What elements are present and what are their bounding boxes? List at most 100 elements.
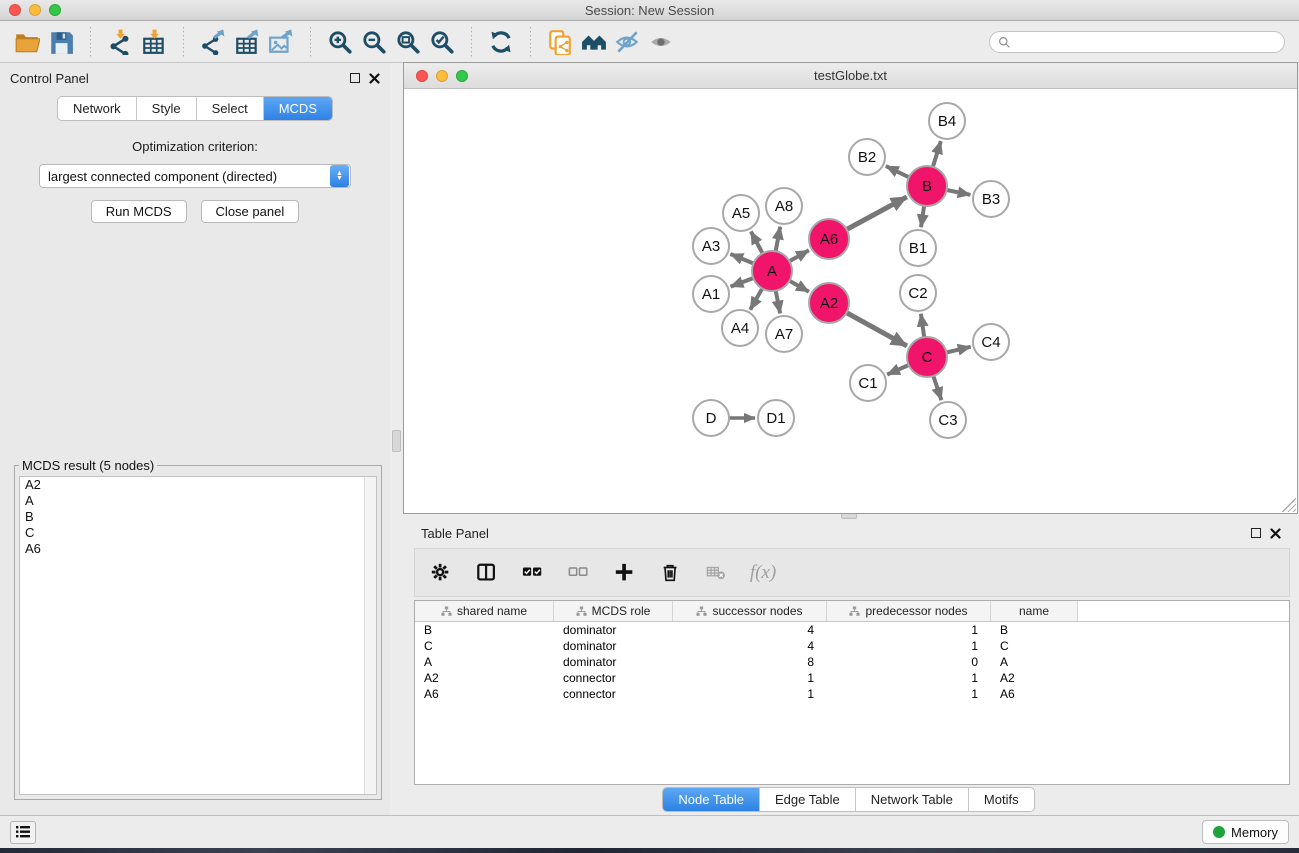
- graph-node-A4[interactable]: A4: [721, 309, 759, 347]
- graph-node-A6[interactable]: A6: [808, 218, 850, 260]
- table-cell[interactable]: A6: [991, 687, 1078, 701]
- delete-icon[interactable]: [657, 559, 685, 587]
- graph-node-B[interactable]: B: [906, 165, 948, 207]
- table-cell[interactable]: 1: [827, 687, 991, 701]
- table-cell[interactable]: A6: [415, 687, 554, 701]
- tab-network[interactable]: Network: [58, 97, 137, 120]
- table-cell[interactable]: A2: [991, 671, 1078, 685]
- table-cell[interactable]: 8: [673, 655, 827, 669]
- table-header[interactable]: shared nameMCDS rolesuccessor nodesprede…: [415, 601, 1289, 622]
- criterion-dropdown[interactable]: largest connected component (directed) ▲…: [39, 164, 351, 188]
- result-item[interactable]: A6: [20, 541, 376, 557]
- tab-mcds[interactable]: MCDS: [264, 97, 332, 120]
- column-header-predecessor-nodes[interactable]: predecessor nodes: [827, 601, 991, 621]
- minimize-window-button[interactable]: [29, 4, 41, 16]
- graph-node-B1[interactable]: B1: [899, 229, 937, 267]
- export-network-icon[interactable]: [196, 27, 230, 57]
- graph-node-A7[interactable]: A7: [765, 315, 803, 353]
- network-canvas[interactable]: ABCA2A6A1A3A4A5A7A8B1B2B3B4C1C2C3C4DD1: [405, 90, 1296, 513]
- show-all-icon[interactable]: [645, 27, 679, 57]
- graph-node-A[interactable]: A: [751, 250, 793, 292]
- close-table-panel-icon[interactable]: [1270, 528, 1281, 539]
- graph-node-D1[interactable]: D1: [757, 399, 795, 437]
- tab-edge-table[interactable]: Edge Table: [760, 788, 856, 811]
- graph-node-A5[interactable]: A5: [722, 194, 760, 232]
- network-minimize-button[interactable]: [436, 70, 448, 82]
- resize-grip-icon[interactable]: [1282, 498, 1296, 512]
- window-titlebar[interactable]: Session: New Session: [0, 0, 1299, 21]
- memory-button[interactable]: Memory: [1202, 820, 1289, 844]
- graph-node-C4[interactable]: C4: [972, 323, 1010, 361]
- tab-select[interactable]: Select: [197, 97, 264, 120]
- result-item[interactable]: B: [20, 509, 376, 525]
- table-row[interactable]: A2connector11A2: [415, 670, 1289, 686]
- graph-node-A1[interactable]: A1: [692, 275, 730, 313]
- network-window-titlebar[interactable]: testGlobe.txt: [404, 63, 1297, 89]
- duplicate-network-icon[interactable]: [543, 27, 577, 57]
- table-cell[interactable]: 1: [673, 671, 827, 685]
- tab-network-table[interactable]: Network Table: [856, 788, 969, 811]
- delete-table-icon[interactable]: [703, 559, 731, 587]
- table-cell[interactable]: B: [415, 623, 554, 637]
- select-all-icon[interactable]: [519, 559, 547, 587]
- import-network-icon[interactable]: [103, 27, 137, 57]
- table-cell[interactable]: connector: [554, 671, 673, 685]
- search-input[interactable]: [1016, 35, 1276, 49]
- mcds-result-list[interactable]: A2ABCA6: [19, 476, 377, 795]
- graph-node-C2[interactable]: C2: [899, 274, 937, 312]
- graph-node-B4[interactable]: B4: [928, 102, 966, 140]
- graph-node-C1[interactable]: C1: [849, 364, 887, 402]
- column-header-successor-nodes[interactable]: successor nodes: [673, 601, 827, 621]
- export-table-icon[interactable]: [230, 27, 264, 57]
- add-column-icon[interactable]: [611, 559, 639, 587]
- tab-style[interactable]: Style: [137, 97, 197, 120]
- table-row[interactable]: Bdominator41B: [415, 622, 1289, 638]
- column-header-MCDS-role[interactable]: MCDS role: [554, 601, 673, 621]
- table-cell[interactable]: A2: [415, 671, 554, 685]
- table-row[interactable]: Adominator80A: [415, 654, 1289, 670]
- export-image-icon[interactable]: [264, 27, 298, 57]
- table-cell[interactable]: 1: [673, 687, 827, 701]
- graph-node-A2[interactable]: A2: [808, 282, 850, 324]
- table-cell[interactable]: C: [415, 639, 554, 653]
- table-cell[interactable]: dominator: [554, 655, 673, 669]
- network-maximize-button[interactable]: [456, 70, 468, 82]
- close-panel-button[interactable]: Close panel: [201, 200, 300, 223]
- close-window-button[interactable]: [9, 4, 21, 16]
- result-item[interactable]: A: [20, 493, 376, 509]
- column-header-shared-name[interactable]: shared name: [415, 601, 554, 621]
- table-cell[interactable]: connector: [554, 687, 673, 701]
- vertical-splitter-handle[interactable]: [392, 430, 401, 452]
- float-table-panel-icon[interactable]: [1251, 528, 1261, 538]
- table-row[interactable]: Cdominator41C: [415, 638, 1289, 654]
- result-item[interactable]: C: [20, 525, 376, 541]
- graph-node-B2[interactable]: B2: [848, 138, 886, 176]
- function-icon[interactable]: f(x): [749, 559, 777, 587]
- table-cell[interactable]: dominator: [554, 623, 673, 637]
- graph-node-D[interactable]: D: [692, 399, 730, 437]
- table-cell[interactable]: 1: [827, 623, 991, 637]
- column-icon[interactable]: [473, 559, 501, 587]
- maximize-window-button[interactable]: [49, 4, 61, 16]
- graph-node-A3[interactable]: A3: [692, 227, 730, 265]
- graph-node-A8[interactable]: A8: [765, 187, 803, 225]
- tab-node-table[interactable]: Node Table: [663, 788, 760, 811]
- refresh-icon[interactable]: [484, 27, 518, 57]
- table-cell[interactable]: 4: [673, 623, 827, 637]
- hide-selected-icon[interactable]: [611, 27, 645, 57]
- open-session-icon[interactable]: [10, 27, 44, 57]
- save-session-icon[interactable]: [44, 27, 78, 57]
- graph-node-B3[interactable]: B3: [972, 180, 1010, 218]
- zoom-selected-icon[interactable]: [425, 27, 459, 57]
- table-cell[interactable]: A: [991, 655, 1078, 669]
- zoom-fit-icon[interactable]: [391, 27, 425, 57]
- import-table-icon[interactable]: [137, 27, 171, 57]
- run-mcds-button[interactable]: Run MCDS: [91, 200, 187, 223]
- table-cell[interactable]: B: [991, 623, 1078, 637]
- table-body[interactable]: Bdominator41BCdominator41CAdominator80AA…: [415, 622, 1289, 702]
- table-cell[interactable]: dominator: [554, 639, 673, 653]
- task-history-button[interactable]: [10, 821, 36, 844]
- network-close-button[interactable]: [416, 70, 428, 82]
- close-panel-icon[interactable]: [369, 73, 380, 84]
- table-cell[interactable]: 1: [827, 671, 991, 685]
